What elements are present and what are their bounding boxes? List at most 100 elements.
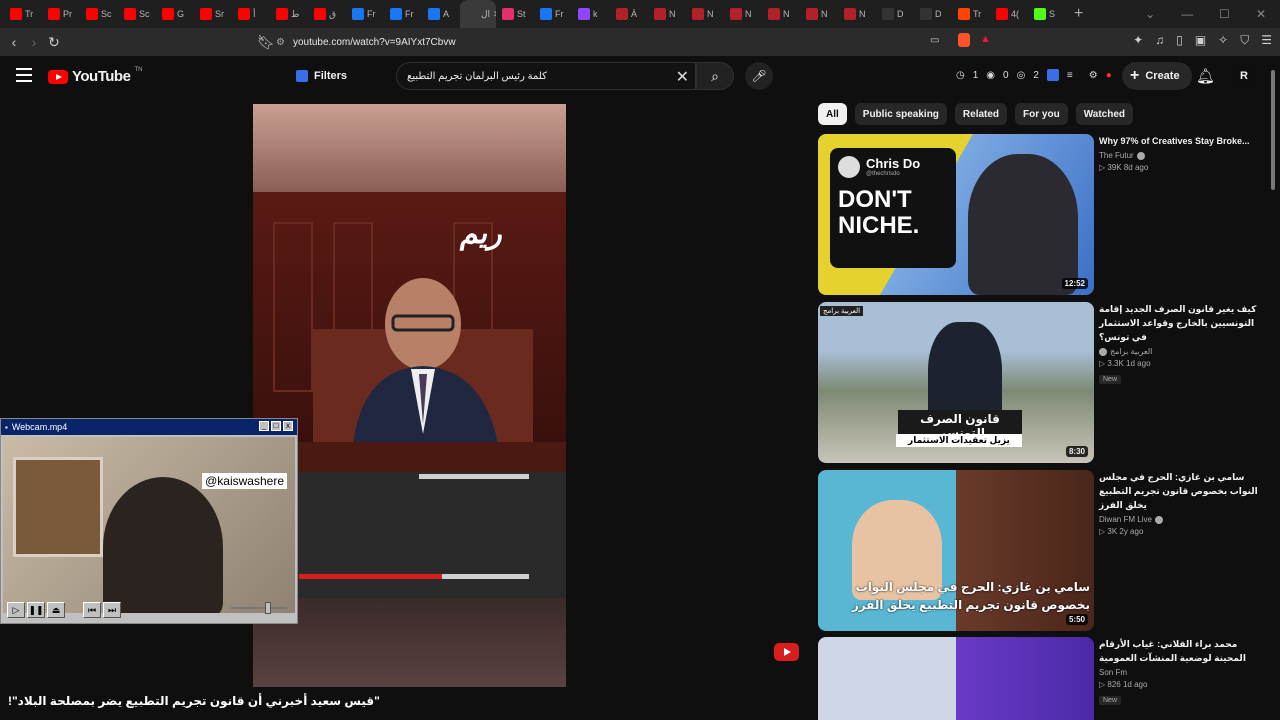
browser-tab[interactable]: S [1028, 0, 1066, 28]
address-bar[interactable]: ⚙︎ youtube.com/watch?v=9AIYxt7Cbvw [276, 31, 1000, 53]
webcam-maximize-icon[interactable]: □ [271, 421, 281, 431]
filters-button[interactable]: Filters [288, 64, 355, 88]
cast-icon[interactable]: ▭ [930, 35, 939, 46]
webcam-titlebar[interactable]: ▪ Webcam.mp4 _ □ x [1, 419, 297, 435]
video-title[interactable]: محمد براء القلاني: غياب الأرقام المحينة … [1099, 637, 1259, 665]
webcam-minimize-icon[interactable]: _ [259, 421, 269, 431]
video-thumbnail[interactable]: العربية برامج قانون الصرف التونسي يزيل ت… [818, 302, 1094, 463]
menu-icon[interactable]: ☰ [1261, 33, 1272, 48]
browser-tab[interactable]: Tr [952, 0, 990, 28]
browser-tab[interactable]: Sc [80, 0, 118, 28]
view-icon[interactable]: ◎ [1017, 70, 1026, 81]
browser-tab[interactable]: أ [232, 0, 270, 28]
browser-tab[interactable]: ال✕ [460, 0, 496, 28]
chip-watched[interactable]: Watched [1075, 103, 1134, 125]
channel-name[interactable]: Diwan FM Live [1099, 515, 1259, 524]
page-scrollbar[interactable] [1270, 60, 1276, 720]
video-player[interactable]: ريم [253, 104, 566, 687]
minimize-icon[interactable]: — [1181, 7, 1193, 21]
browser-tab[interactable]: À [610, 0, 648, 28]
browser-tab[interactable]: N [838, 0, 876, 28]
channel-name[interactable]: العربية برامج [1099, 347, 1259, 356]
browser-tab[interactable]: Sr [194, 0, 232, 28]
site-info-icon[interactable]: ⚙︎ [276, 37, 285, 48]
video-progress-bar[interactable] [299, 574, 529, 579]
channel-name[interactable]: Son Fm [1099, 668, 1259, 677]
back-icon[interactable]: ‹ [4, 34, 24, 50]
video-thumbnail[interactable]: سامي بن غازي: الحرج في مجلس النواب بخصوص… [818, 470, 1094, 631]
wallet-icon[interactable]: ▣ [1195, 33, 1206, 48]
create-button[interactable]: + Create [1122, 62, 1192, 90]
video-thumbnail[interactable]: Chris Do @thechrisdo DON'T NICHE. 12:52 [818, 134, 1094, 295]
media-icon[interactable]: ♫ [1155, 33, 1164, 48]
volume-thumb[interactable] [265, 602, 271, 614]
browser-tab[interactable]: Fr [384, 0, 422, 28]
guide-menu-icon[interactable] [16, 68, 32, 82]
list-icon[interactable]: ≡ [1067, 70, 1073, 81]
browser-tab[interactable]: N [648, 0, 686, 28]
reload-icon[interactable]: ↻ [44, 34, 64, 51]
browser-tab[interactable]: St [496, 0, 534, 28]
notification-dot-icon[interactable]: ● [1106, 70, 1112, 81]
browser-tab[interactable]: N [800, 0, 838, 28]
close-window-icon[interactable]: ✕ [1256, 7, 1266, 21]
brave-shield-icon[interactable] [958, 33, 970, 47]
chip-related[interactable]: Related [954, 103, 1008, 125]
browser-tab[interactable]: k [572, 0, 610, 28]
chip-all[interactable]: All [818, 103, 847, 125]
browser-tab[interactable]: Tr [4, 0, 42, 28]
browser-tab[interactable]: G [156, 0, 194, 28]
browser-tab[interactable]: N [686, 0, 724, 28]
play-icon[interactable]: ▷ [7, 602, 25, 618]
browser-tab[interactable]: D [876, 0, 914, 28]
browser-tab[interactable]: 4( [990, 0, 1028, 28]
search-input[interactable]: كلمة رئيس البرلمان تجريم التطبيع ✕ [396, 62, 696, 90]
notifications-bell-icon[interactable]: 🔔︎ [1196, 67, 1215, 85]
webcam-window[interactable]: ▪ Webcam.mp4 _ □ x @kaiswashere ▷ ❚❚ ⏏ ⏮… [0, 418, 298, 624]
browser-tab[interactable]: Fr [346, 0, 384, 28]
brave-rewards-icon[interactable]: ▲ [980, 33, 991, 45]
video-title[interactable]: سامي بن غازي: الحرج في مجلس النواب بخصوص… [1099, 470, 1259, 512]
clear-search-icon[interactable]: ✕ [676, 67, 689, 87]
browser-tab[interactable]: A [422, 0, 460, 28]
video-title[interactable]: كيف يغير قانون الصرف الجديد إقامة التونس… [1099, 302, 1259, 344]
video-title[interactable]: Why 97% of Creatives Stay Broke... [1099, 134, 1259, 148]
leo-icon[interactable]: ✧ [1218, 33, 1228, 48]
next-icon[interactable]: ⏭ [103, 602, 121, 618]
pause-icon[interactable]: ❚❚ [27, 602, 45, 618]
channel-name[interactable]: The Futur [1099, 151, 1259, 160]
vpn-icon[interactable]: ⛉ [1240, 33, 1249, 48]
webcam-close-icon[interactable]: x [283, 421, 293, 431]
new-tab-icon[interactable]: + [1074, 5, 1083, 23]
bookmark-icon[interactable]: 🔖︎ [256, 34, 276, 51]
chip-public-speaking[interactable]: Public speaking [854, 103, 947, 125]
volume-slider[interactable] [231, 602, 287, 614]
eye-icon[interactable]: ◉ [986, 70, 995, 81]
extensions-icon[interactable]: ✦ [1133, 33, 1143, 48]
youtube-mini-logo-icon[interactable] [774, 643, 799, 661]
search-button[interactable]: ⌕ [696, 62, 734, 90]
browser-tab[interactable]: Fr [534, 0, 572, 28]
browser-tab[interactable]: D [914, 0, 952, 28]
browser-tab[interactable]: ط [270, 0, 308, 28]
settings-gear-icon[interactable]: ⚙︎ [1089, 70, 1098, 81]
eject-icon[interactable]: ⏏ [47, 602, 65, 618]
previous-icon[interactable]: ⏮ [83, 602, 101, 618]
timer-icon[interactable]: ◷ [956, 70, 965, 81]
extension-blue-icon[interactable] [1046, 69, 1059, 81]
forward-icon[interactable]: › [24, 34, 44, 50]
browser-tab[interactable]: N [762, 0, 800, 28]
browser-tab[interactable]: Sc [118, 0, 156, 28]
browser-tab[interactable]: Pr [42, 0, 80, 28]
sidebar-icon[interactable]: ▯ [1176, 33, 1183, 48]
scrollbar-thumb[interactable] [1271, 70, 1275, 190]
chip-for-you[interactable]: For you [1015, 103, 1068, 125]
voice-search-button[interactable]: 🎤︎ [745, 62, 773, 90]
browser-tab[interactable]: N [724, 0, 762, 28]
youtube-logo[interactable]: YouTube TN [48, 67, 142, 85]
avatar[interactable]: R [1233, 65, 1255, 87]
tab-search-icon[interactable]: ⌄ [1145, 7, 1155, 21]
browser-tab[interactable]: ق [308, 0, 346, 28]
video-thumbnail[interactable] [818, 637, 1094, 720]
maximize-icon[interactable]: ☐ [1219, 7, 1230, 21]
